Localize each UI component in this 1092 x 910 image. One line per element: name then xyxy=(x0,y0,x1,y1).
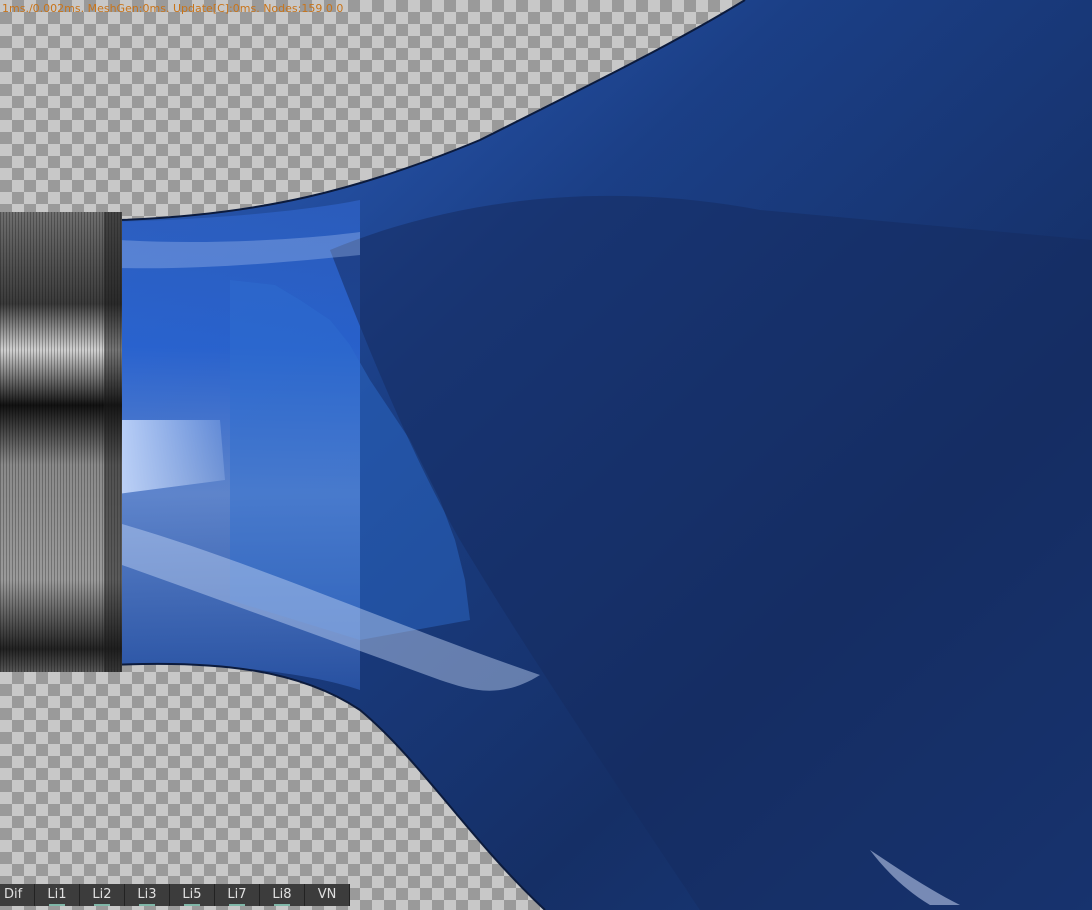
channel-label-li3: Li3 xyxy=(137,887,157,902)
render-image xyxy=(0,0,1092,910)
channel-indicator xyxy=(49,904,65,906)
channel-button-vn[interactable]: VN xyxy=(305,884,350,906)
channel-button-li8[interactable]: Li8 xyxy=(260,884,305,906)
channel-button-li5[interactable]: Li5 xyxy=(170,884,215,906)
channel-button-li7[interactable]: Li7 xyxy=(215,884,260,906)
render-viewport[interactable]: 1ms./0.002ms. MeshGen:0ms. Update[C]:0ms… xyxy=(0,0,1092,910)
channel-indicator xyxy=(184,904,200,906)
channel-indicator xyxy=(94,904,110,906)
channel-indicator xyxy=(229,904,245,906)
channel-indicator xyxy=(274,904,290,906)
channel-label-li7: Li7 xyxy=(227,887,247,902)
channel-label-li1: Li1 xyxy=(47,887,67,902)
render-stats-readout: 1ms./0.002ms. MeshGen:0ms. Update[C]:0ms… xyxy=(2,2,344,15)
channel-label-li2: Li2 xyxy=(92,887,112,902)
channel-indicator xyxy=(139,904,155,906)
channel-label-li5: Li5 xyxy=(182,887,202,902)
render-channel-bar: Dif Li1 Li2 Li3 Li5 Li7 Li8 VN xyxy=(0,884,350,908)
channel-button-li3[interactable]: Li3 xyxy=(125,884,170,906)
channel-button-li2[interactable]: Li2 xyxy=(80,884,125,906)
channel-label-li8: Li8 xyxy=(272,887,292,902)
channel-button-dif[interactable]: Dif xyxy=(0,884,35,906)
channel-button-li1[interactable]: Li1 xyxy=(35,884,80,906)
